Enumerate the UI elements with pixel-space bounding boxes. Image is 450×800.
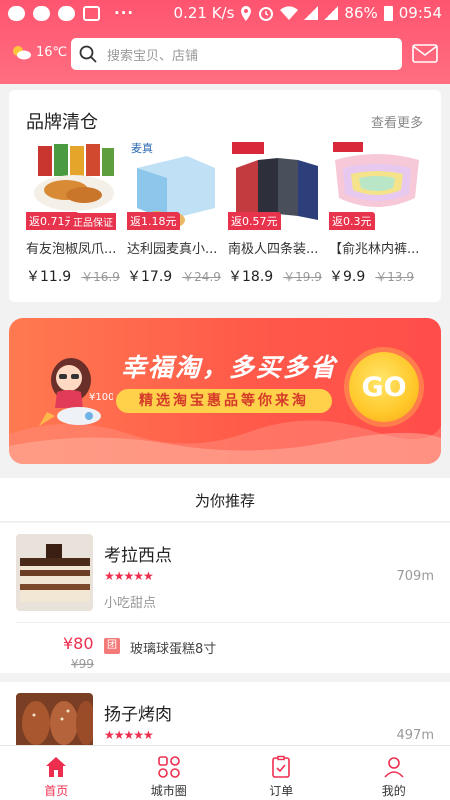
product-image: 返0.3元: [329, 138, 425, 230]
battery-percent: 86%: [344, 4, 378, 22]
mail-icon[interactable]: [412, 44, 438, 63]
clock: 09:54: [398, 4, 442, 22]
product-card[interactable]: 麦真 返1.18元 达利园麦真小... ￥17.9 ￥24.9: [127, 138, 223, 286]
product-original-price: ￥19.9: [283, 270, 322, 284]
tab-orders[interactable]: 订单: [225, 746, 338, 800]
deal-name[interactable]: 玻璃球蛋糕8寸: [130, 638, 216, 657]
rocket-girl-illustration: ¥100: [39, 358, 113, 426]
product-card[interactable]: 返0.3元 【俞兆林内裤... ￥9.9 ￥13.9: [329, 138, 425, 286]
signal-icon: [324, 6, 339, 20]
network-speed: 0.21 K/s: [173, 4, 235, 22]
product-name: 有友泡椒凤爪...: [26, 242, 117, 257]
product-price: ￥17.9: [127, 269, 173, 285]
tab-label: 订单: [269, 784, 294, 798]
tab-label: 城市圈: [150, 784, 187, 798]
product-image: 返0.71元 正品保证: [26, 138, 122, 230]
go-button[interactable]: GO: [349, 352, 419, 422]
shop-name: 考拉西点: [104, 546, 172, 566]
header-bar: ··· 0.21 K/s 86% 09:54 16℃ 搜索宝贝、店铺: [0, 0, 450, 84]
battery-icon: [383, 5, 393, 21]
shop-category: 小吃甜点: [104, 596, 157, 611]
group-buy-badge: 团: [104, 638, 120, 654]
product-card[interactable]: 返0.71元 正品保证 有友泡椒凤爪... ￥11.9 ￥16.9: [26, 138, 122, 286]
search-placeholder: 搜索宝贝、店铺: [107, 48, 199, 64]
temperature: 16℃: [36, 44, 68, 60]
rebate-badge: 返0.57元: [228, 212, 281, 230]
tab-label: 首页: [44, 784, 69, 798]
weather-widget[interactable]: 16℃: [10, 44, 67, 60]
product-image: 麦真 返1.18元: [127, 138, 223, 230]
home-icon: [46, 757, 67, 777]
shop-name: 扬子烤肉: [104, 705, 172, 725]
order-icon: [272, 755, 291, 778]
chat-notification-icon: [58, 5, 75, 21]
tab-profile[interactable]: 我的: [338, 746, 450, 800]
product-price: ￥11.9: [26, 269, 72, 285]
promo-banner[interactable]: ¥100 幸福淘，多买多省 精选淘宝惠品等你来淘 GO: [9, 318, 441, 464]
shop-image: [16, 534, 93, 611]
product-name: 达利园麦真小...: [127, 242, 218, 257]
product-name: 【俞兆林内裤...: [329, 242, 420, 257]
divider: [16, 622, 450, 623]
banner-subtitle: 精选淘宝惠品等你来淘: [116, 389, 332, 413]
product-name: 南极人四条装...: [228, 242, 319, 257]
banner-title: 幸福淘，多买多省: [121, 353, 338, 382]
product-original-price: ￥16.9: [81, 270, 120, 284]
product-price: ￥9.9: [329, 269, 366, 285]
section-title: 品牌清仓: [26, 112, 98, 133]
guarantee-badge: 正品保证: [70, 213, 116, 230]
product-price: ￥18.9: [228, 269, 274, 285]
tab-home[interactable]: 首页: [0, 746, 113, 800]
brand-clearance-card: 品牌清仓 查看更多 返0.71元 正品保证 有友泡椒凤爪... ￥11.9 ￥1…: [9, 90, 441, 302]
chat-notification-icon: [8, 5, 25, 21]
location-icon: [241, 5, 252, 21]
see-more-link[interactable]: 查看更多: [371, 112, 423, 131]
rebate-badge: 返0.3元: [329, 212, 375, 230]
chat-notification-icon: [33, 5, 50, 21]
shop-distance: 709m: [396, 569, 434, 584]
product-original-price: ￥24.9: [182, 270, 221, 284]
app-notification-icon: [83, 5, 100, 21]
wifi-icon: [280, 6, 299, 20]
deal-price: ¥80: [63, 634, 94, 653]
product-card[interactable]: 返0.57元 南极人四条装... ￥18.9 ￥19.9: [228, 138, 324, 286]
search-input[interactable]: 搜索宝贝、店铺: [71, 38, 402, 70]
shop-image: [16, 693, 93, 745]
product-original-price: ￥13.9: [375, 270, 414, 284]
profile-icon: [384, 757, 404, 778]
alarm-icon: [259, 7, 274, 21]
product-image: 返0.57元: [228, 138, 324, 230]
shop-card[interactable]: 考拉西点 ★★★★★ 709m 小吃甜点 ¥80 ¥99 团 玻璃球蛋糕8寸: [0, 523, 450, 673]
signal-icon: [304, 6, 319, 20]
svg-text:麦真: 麦真: [131, 141, 153, 155]
tab-city-circle[interactable]: 城市圈: [113, 746, 226, 800]
status-bar: ··· 0.21 K/s 86% 09:54: [0, 0, 450, 26]
rocket-label: ¥100: [89, 392, 113, 403]
rating-stars: ★★★★★: [104, 569, 154, 583]
more-notifications-indicator: ···: [114, 4, 135, 22]
rebate-badge: 返1.18元: [127, 212, 180, 230]
tab-label: 我的: [381, 784, 406, 798]
bottom-tab-bar: 首页 城市圈 订单 我的: [0, 745, 450, 800]
shop-distance: 497m: [396, 728, 434, 743]
city-circle-icon: [157, 756, 180, 778]
recommend-header: 为你推荐: [0, 478, 450, 522]
rating-stars: ★★★★★: [104, 728, 154, 742]
sun-cloud-icon: [13, 46, 31, 60]
search-icon: [79, 45, 97, 63]
deal-original-price: ¥99: [71, 657, 94, 671]
shop-card[interactable]: 扬子烤肉 ★★★★★ 497m: [0, 682, 450, 745]
